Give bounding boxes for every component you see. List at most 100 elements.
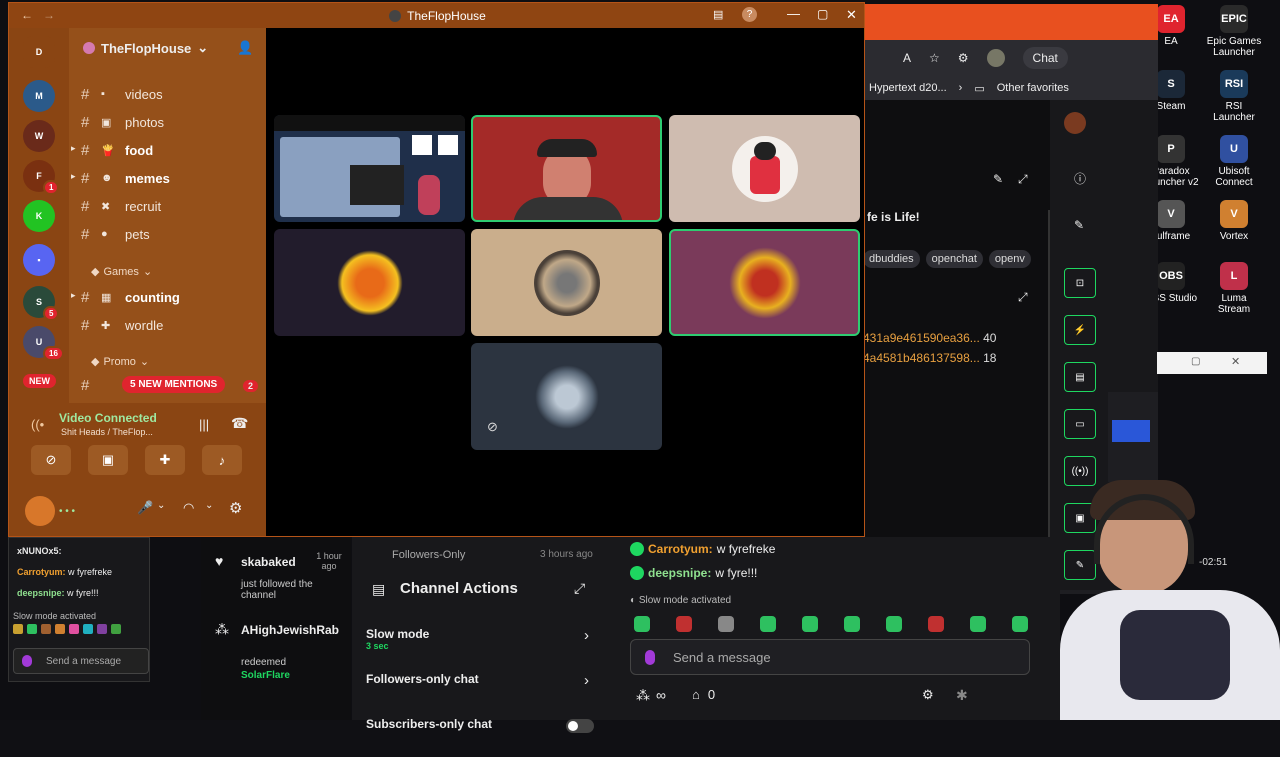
voice-status[interactable]: Video Connected: [59, 411, 157, 425]
emote-icon[interactable]: [928, 616, 944, 632]
activity-username[interactable]: AHighJewishRab: [241, 623, 339, 637]
disconnect-icon[interactable]: ☎: [231, 415, 248, 432]
camera-off-button[interactable]: ⊘: [31, 445, 71, 475]
video-tile-avatar-5[interactable]: [471, 229, 662, 336]
emote-icon[interactable]: [27, 624, 37, 634]
channel-action-row[interactable]: Subscribers-only chat: [366, 717, 600, 757]
video-tile-avatar-4[interactable]: [274, 229, 465, 336]
channel-item[interactable]: # ✖ recruit: [81, 195, 261, 217]
user-avatar[interactable]: [25, 496, 55, 526]
help-icon[interactable]: ?: [742, 7, 757, 22]
emote-icon[interactable]: [886, 616, 902, 632]
points-display[interactable]: ⌂ 0: [692, 687, 715, 702]
video-tile-avatar-6[interactable]: [669, 229, 860, 336]
read-aloud-icon[interactable]: A: [903, 51, 911, 65]
server-kick[interactable]: K: [23, 200, 55, 232]
channel-item[interactable]: # ● pets: [81, 223, 261, 245]
channel-avatar[interactable]: [1064, 112, 1086, 134]
chat-username[interactable]: xNUNOx5:: [17, 546, 62, 556]
desktop-icon[interactable]: U Ubisoft Connect: [1204, 135, 1264, 188]
chevron-down-icon[interactable]: ⌄: [157, 500, 165, 511]
user-settings-icon[interactable]: ⚙: [229, 499, 242, 517]
chevron-right-icon[interactable]: ›: [584, 627, 589, 644]
popout-icon[interactable]: ⤢: [1018, 290, 1028, 305]
emote-icon[interactable]: [41, 624, 51, 634]
chat-bubble-icon[interactable]: ▭: [1064, 409, 1096, 439]
emote-icon[interactable]: [970, 616, 986, 632]
server-header[interactable]: TheFlopHouse ⌄ 👤: [69, 28, 266, 68]
settings-icon[interactable]: ⚙: [922, 687, 934, 703]
clip-icon[interactable]: ⊡: [1064, 268, 1096, 298]
extensions-icon[interactable]: ⚙: [958, 51, 969, 65]
channel-item[interactable]: # ▪ videos: [81, 83, 261, 105]
chevron-right-icon[interactable]: ›: [584, 672, 589, 689]
video-tile-avatar-3[interactable]: [669, 115, 860, 222]
hash-row[interactable]: 431a9e461590ea36... 40: [863, 328, 996, 348]
server-skull[interactable]: S5: [23, 286, 60, 321]
server-folder[interactable]: ▪: [23, 244, 55, 276]
back-arrow-icon[interactable]: ←: [21, 8, 33, 22]
hash-row[interactable]: 4a4581b486137598... 18: [863, 348, 996, 368]
noise-suppression-icon[interactable]: |||: [199, 417, 209, 432]
maximize-icon[interactable]: ▢: [817, 7, 828, 21]
minimize-icon[interactable]: —: [787, 6, 800, 21]
chat-username[interactable]: Carrotyum:: [648, 542, 713, 556]
forward-arrow-icon[interactable]: →: [43, 8, 55, 22]
desktop-icon[interactable]: EPIC Epic Games Launcher: [1204, 5, 1264, 58]
lightning-icon[interactable]: ⚡: [1064, 315, 1096, 345]
chevron-down-icon[interactable]: ⌄: [205, 500, 213, 511]
server-user[interactable]: U 16: [23, 326, 64, 361]
inbox-icon[interactable]: ▤: [713, 8, 723, 21]
emote-icon[interactable]: [97, 624, 107, 634]
channel-item[interactable]: ▸ # ▦ counting: [71, 286, 261, 308]
activity-username[interactable]: skabaked: [241, 555, 296, 569]
maximize-icon[interactable]: ▢: [1191, 356, 1200, 367]
pencil-icon[interactable]: ✎: [1074, 218, 1084, 232]
add-member-icon[interactable]: 👤: [237, 40, 253, 56]
voice-channel[interactable]: Shit Heads / TheFlop...: [61, 427, 153, 437]
headphones-icon[interactable]: ◠: [183, 500, 194, 516]
close-icon[interactable]: ✕: [1231, 355, 1240, 368]
video-tile-screenshare[interactable]: [274, 115, 465, 222]
discord-home-icon[interactable]: D: [23, 36, 55, 68]
emote-icon[interactable]: [83, 624, 93, 634]
send-message-input[interactable]: Send a message: [630, 639, 1030, 675]
category-promo[interactable]: ◆ Promo ⌄: [91, 355, 149, 369]
moderation-icon[interactable]: ✱: [956, 687, 968, 704]
server-warrior[interactable]: W: [23, 120, 55, 152]
emote-icon[interactable]: [69, 624, 79, 634]
left-send-message-input[interactable]: Send a message: [13, 648, 149, 674]
channel-item[interactable]: # ▣ photos: [81, 111, 261, 133]
desktop-icon[interactable]: V Vortex: [1204, 200, 1264, 242]
channel-item[interactable]: # ✚ wordle: [81, 314, 261, 336]
emote-icon[interactable]: [634, 616, 650, 632]
chat-username[interactable]: Carrotyum:: [17, 567, 68, 577]
emote-icon[interactable]: [55, 624, 65, 634]
stream-tag[interactable]: dbuddies: [863, 250, 920, 268]
toggle-switch[interactable]: [566, 719, 594, 733]
emote-icon[interactable]: [760, 616, 776, 632]
emote-icon[interactable]: [718, 616, 734, 632]
edit-icon[interactable]: ✎: [993, 172, 1003, 186]
stream-tag[interactable]: openv: [988, 250, 1031, 268]
chevron-right-icon[interactable]: ›: [959, 82, 963, 94]
popout-icon[interactable]: ⤢: [574, 580, 585, 597]
microphone-icon[interactable]: 🎤: [137, 500, 153, 516]
soundboard-button[interactable]: ♪: [202, 445, 242, 475]
copilot-chat-button[interactable]: Chat: [1022, 47, 1068, 69]
bookmark-item[interactable]: Hypertext d20...: [869, 82, 947, 94]
viewer-list-button[interactable]: ⁂ ∞: [636, 687, 666, 704]
stream-tag[interactable]: openchat: [925, 250, 983, 268]
screen-share-button[interactable]: ▣: [88, 445, 128, 475]
desktop-icon[interactable]: L Luma Stream: [1204, 262, 1264, 315]
other-favorites[interactable]: Other favorites: [997, 82, 1069, 94]
channel-action-row[interactable]: Slow mode 3 sec ›: [366, 627, 600, 667]
chat-username[interactable]: deepsnipe:: [17, 588, 67, 598]
info-icon[interactable]: ⓘ: [1074, 170, 1086, 187]
channel-item[interactable]: ▸ # ☻ memes: [71, 167, 261, 189]
emote-icon[interactable]: [676, 616, 692, 632]
emote-icon[interactable]: [802, 616, 818, 632]
desktop-icon[interactable]: RSI RSI Launcher: [1204, 70, 1264, 123]
emote-icon[interactable]: [13, 624, 23, 634]
server-fire[interactable]: F1: [23, 160, 60, 195]
